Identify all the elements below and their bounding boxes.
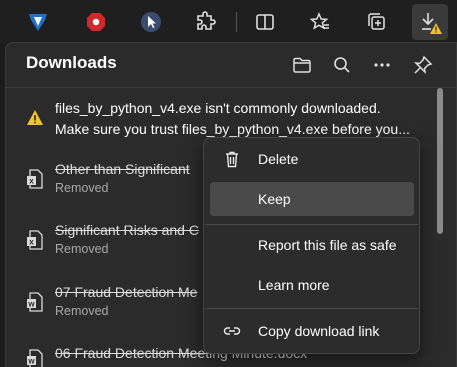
menu-label-learn: Learn more — [258, 277, 330, 293]
excel-file-icon: x — [27, 169, 43, 189]
word-file-icon: w — [27, 349, 43, 367]
extensions-icon[interactable] — [190, 6, 222, 38]
menu-separator — [205, 224, 418, 225]
svg-text:w: w — [27, 300, 35, 309]
scrollbar-thumb[interactable] — [437, 88, 443, 234]
menu-separator — [205, 308, 418, 309]
trash-icon — [226, 151, 238, 168]
menu-label-keep: Keep — [258, 191, 291, 207]
stop-extension-icon[interactable] — [80, 6, 112, 38]
favorites-icon[interactable] — [304, 6, 336, 38]
split-screen-icon[interactable] — [249, 6, 281, 38]
menu-label-copy-link: Copy download link — [258, 323, 380, 339]
search-icon[interactable] — [328, 51, 356, 79]
menu-item-report-safe[interactable]: Report this file as safe — [210, 228, 414, 262]
pointer-extension-icon[interactable] — [135, 6, 167, 38]
menu-item-keep[interactable]: Keep — [210, 182, 414, 216]
download-item-name: Other than Significant — [55, 161, 190, 177]
folder-icon[interactable] — [288, 51, 316, 79]
context-menu: Delete Keep Report this file as safe Lea… — [203, 137, 420, 354]
downloads-warning-icon[interactable] — [412, 4, 448, 40]
word-file-icon: w — [27, 292, 43, 312]
svg-text:w: w — [27, 357, 35, 366]
panel-header: Downloads — [6, 43, 456, 87]
browser-toolbar — [0, 0, 457, 44]
pin-icon[interactable] — [409, 51, 437, 79]
header-divider — [6, 87, 456, 88]
warning-icon — [27, 110, 43, 125]
toolbar-separator — [236, 12, 237, 32]
menu-item-delete[interactable]: Delete — [210, 142, 414, 176]
svg-text:x: x — [29, 238, 34, 247]
warning-line-2: Make sure you trust files_by_python_v4.e… — [55, 121, 410, 137]
menu-item-copy-link[interactable]: Copy download link — [210, 314, 414, 348]
excel-file-icon: x — [27, 230, 43, 250]
download-item-name: Significant Risks and C — [55, 222, 199, 238]
download-item-status: Removed — [55, 181, 109, 195]
download-item-name: 07 Fraud Detection Me — [55, 284, 198, 300]
menu-item-learn-more[interactable]: Learn more — [210, 268, 414, 302]
more-icon[interactable] — [368, 51, 396, 79]
panel-title: Downloads — [26, 53, 117, 72]
menu-label-report: Report this file as safe — [258, 237, 397, 253]
svg-text:x: x — [29, 177, 34, 186]
shield-extension-icon[interactable] — [22, 6, 54, 38]
download-item-status: Removed — [55, 304, 109, 318]
link-icon — [223, 327, 241, 335]
menu-label-delete: Delete — [258, 151, 299, 167]
download-item-status: Removed — [55, 242, 109, 256]
warning-line-1: files_by_python_v4.exe isn't commonly do… — [55, 100, 381, 116]
collections-icon[interactable] — [360, 6, 392, 38]
